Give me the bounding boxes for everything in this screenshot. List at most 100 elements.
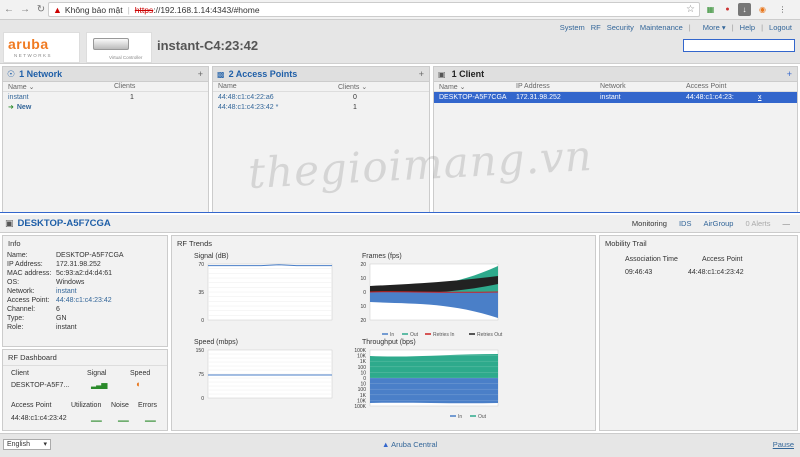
nav-system[interactable]: System <box>560 23 585 32</box>
info-row[interactable]: Access Point: 44:48:c1:c4:23:42 <box>3 296 167 305</box>
mobility-ap-link[interactable]: 44:48:c1:c4:23:42 <box>688 269 744 276</box>
rf-client-link[interactable]: DESKTOP-A5F7... <box>11 382 69 389</box>
reload-icon[interactable]: ↻ <box>34 2 48 18</box>
info-row: IP Address: 172.31.98.252 <box>7 261 101 268</box>
aruba-central-link[interactable]: ▲ Aruba Central <box>382 440 437 449</box>
nav-rf[interactable]: RF <box>591 23 601 32</box>
extension-icon[interactable]: ◉ <box>756 3 769 16</box>
access-points-title: 2 Access Points <box>228 69 298 79</box>
disconnect-client-link[interactable]: x <box>758 94 762 101</box>
language-select[interactable]: English ▾ <box>3 439 51 450</box>
client-detail-title: DESKTOP-A5F7CGA <box>17 218 111 229</box>
column-name[interactable]: Name ⌄ <box>434 83 516 91</box>
clients-panel: ▣ 1 Client + Name ⌄ IP Address Network A… <box>433 66 798 213</box>
utilization-icon: ▁▁ <box>91 415 102 422</box>
client-monitor-icon: ▣ <box>438 69 446 79</box>
table-row[interactable]: instant 1 <box>3 92 208 102</box>
y-tick-label: 10 <box>360 276 366 282</box>
new-network-link[interactable]: ➜ New <box>3 102 208 112</box>
nav-more[interactable]: More ▾ <box>697 23 726 32</box>
y-tick-label: 75 <box>198 372 204 378</box>
retries-in-line <box>369 291 499 293</box>
warning-icon: ▲ <box>53 4 62 15</box>
info-row: OS: Windows <box>7 279 85 286</box>
y-tick-label: 20 <box>360 318 366 324</box>
networks-panel: ☉ 1 Network + Name ⌄ Clients instant 1 ➜… <box>2 66 209 213</box>
legend-label: In <box>458 414 462 420</box>
signal-bars-icon: ▂▃▅ <box>91 380 108 389</box>
legend-label: Out <box>478 414 487 420</box>
column-clients[interactable]: Clients ⌄ <box>338 83 367 91</box>
table-row[interactable]: 44:48:c1:c4:22:a6 0 <box>213 92 429 102</box>
y-tick-label: 10 <box>360 304 366 310</box>
out-area <box>370 354 498 378</box>
in-area <box>370 378 498 404</box>
info-row[interactable]: Network: instant <box>3 287 167 296</box>
shield-extension-icon[interactable]: ● <box>721 3 734 16</box>
chart-title: Speed (mbps) <box>194 339 238 346</box>
access-points-panel: ▩ 2 Access Points + Name Clients ⌄ 44:48… <box>212 66 430 213</box>
nav-help[interactable]: Help <box>740 23 755 32</box>
clients-title: 1 Client <box>451 69 485 79</box>
nav-maintenance[interactable]: Maintenance <box>640 23 683 32</box>
y-tick-label: 20 <box>360 262 366 268</box>
virtual-controller-name: instant-C4:23:42 <box>157 38 259 53</box>
mobility-trail-panel: Mobility Trail Association Time Access P… <box>599 235 798 431</box>
column-access-point[interactable]: Access Point <box>686 83 726 90</box>
status-bar: English ▾ ▲ Aruba Central Pause <box>0 433 800 457</box>
add-network-icon[interactable]: + <box>198 69 203 79</box>
not-secure-label: Không bảo mật <box>64 4 123 15</box>
table-row[interactable]: 44:48:c1:c4:23:42 * 1 <box>213 102 429 112</box>
y-tick-label: 100K <box>354 404 366 410</box>
column-ip[interactable]: IP Address <box>516 83 600 90</box>
add-ap-icon[interactable]: + <box>419 69 424 79</box>
address-bar[interactable]: ▲ Không bảo mật | https ://192.168.1.14:… <box>48 2 700 17</box>
top-navigation: System RF Security Maintenance | More ▾ … <box>559 23 792 32</box>
aruba-logo: aruba NETWORKS <box>3 32 80 63</box>
column-clients[interactable]: Clients <box>114 83 135 90</box>
info-row: MAC address: 5c:93:a2:d4:d4:61 <box>7 270 113 277</box>
bookmark-star-icon[interactable]: ☆ <box>686 4 695 15</box>
tab-alerts[interactable]: 0 Alerts <box>745 219 770 228</box>
info-row: Channel: 6 <box>7 306 60 313</box>
cart-extension-icon[interactable]: ▦ <box>704 3 717 16</box>
mobility-title: Mobility Trail <box>605 239 647 248</box>
browser-toolbar: ← → ↻ ▲ Không bảo mật | https ://192.168… <box>0 0 800 20</box>
divider <box>0 212 800 213</box>
pause-link[interactable]: Pause <box>773 440 794 449</box>
add-client-icon[interactable]: + <box>787 69 792 79</box>
info-row: Type: GN <box>7 315 67 322</box>
column-name[interactable]: Name <box>213 83 338 90</box>
back-icon[interactable]: ← <box>2 2 16 18</box>
download-extension-icon[interactable]: ↓ <box>738 3 751 16</box>
nav-security[interactable]: Security <box>607 23 634 32</box>
info-panel: Info Name: DESKTOP-A5F7CGA IP Address: 172.… <box>2 235 168 347</box>
forward-icon[interactable]: → <box>18 2 32 18</box>
aruba-central-icon: ▲ <box>382 440 390 449</box>
tab-monitoring[interactable]: Monitoring <box>632 219 667 228</box>
y-tick-label: 70 <box>198 262 204 268</box>
collapse-icon[interactable]: — <box>783 219 791 228</box>
client-monitor-icon: ▣ <box>5 218 14 228</box>
table-row[interactable]: DESKTOP-A5F7CGA 172.31.98.252 instant 44… <box>434 92 797 103</box>
tab-airgroup[interactable]: AirGroup <box>703 219 733 228</box>
association-time: 09:46:43 <box>625 269 653 276</box>
rf-trends-panel: RF Trends Signal (dB) 70 35 0 Speed (mbps) 15… <box>171 235 596 431</box>
device-image: Virtual Controller <box>86 32 152 63</box>
info-list: Name: DESKTOP-A5F7CGA IP Address: 172.31.98… <box>3 251 167 332</box>
y-tick-label: 35 <box>198 290 204 296</box>
legend-label: In <box>390 332 394 338</box>
rf-dashboard-panel: RF Dashboard Client Signal Speed DESKTOP… <box>2 349 168 431</box>
browser-menu-icon[interactable]: ⋮ <box>776 3 789 16</box>
errors-icon: ▁▁ <box>145 415 156 422</box>
tab-ids[interactable]: IDS <box>679 219 692 228</box>
y-tick-label: 150 <box>196 348 205 354</box>
column-name[interactable]: Name ⌄ <box>3 83 114 91</box>
legend-label: Retries Out <box>477 332 503 338</box>
nav-logout[interactable]: Logout <box>769 23 792 32</box>
y-tick-label: 0 <box>363 290 366 296</box>
column-network[interactable]: Network <box>600 83 686 90</box>
rf-dashboard-title: RF Dashboard <box>3 350 167 366</box>
rf-ap-link[interactable]: 44:48:c1:c4:23:42 <box>11 415 67 422</box>
search-input[interactable] <box>683 39 795 52</box>
